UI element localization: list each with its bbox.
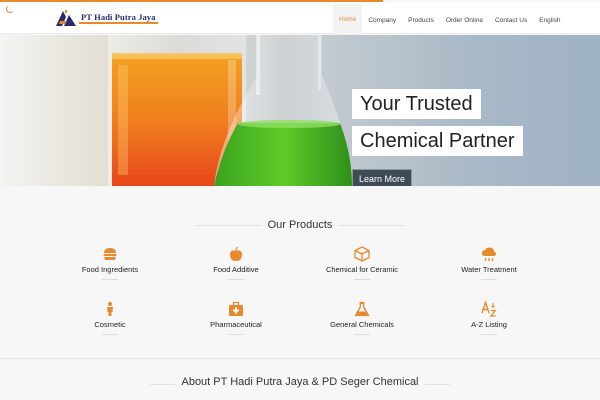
site-header: PT Hadi Putra Jaya Home Company Products… [0, 2, 600, 36]
product-chemical-for-ceramic[interactable]: Chemical for Ceramic [297, 246, 427, 280]
nav-order-online[interactable]: Order Online [440, 4, 489, 36]
products-title-text: Our Products [261, 219, 339, 231]
product-general-chemicals[interactable]: General Chemicals [297, 301, 427, 335]
main-nav: Home Company Products Order Online Conta… [333, 4, 567, 36]
product-underline [102, 279, 118, 280]
rain-cloud-icon [481, 246, 497, 262]
burger-icon [102, 246, 118, 262]
section-divider [0, 358, 600, 359]
product-underline [228, 279, 244, 280]
medkit-icon [228, 301, 244, 317]
product-food-additive[interactable]: Food Additive [171, 246, 301, 280]
product-label: Pharmaceutical [210, 320, 262, 329]
products-section: Our Products Food Ingredients Food Addit… [0, 186, 600, 358]
nav-home[interactable]: Home [333, 4, 363, 36]
hero-banner: Your Trusted Chemical Partner Learn More [0, 35, 600, 186]
nav-products[interactable]: Products [402, 4, 440, 36]
about-title: About PT Hadi Putra Jaya & PD Seger Chem… [0, 376, 600, 388]
product-food-ingredients[interactable]: Food Ingredients [45, 246, 175, 280]
product-a-z-listing[interactable]: A-Z Listing [424, 300, 554, 335]
about-title-text: About PT Hadi Putra Jaya & PD Seger Chem… [175, 376, 425, 388]
product-underline [102, 334, 118, 335]
logo-text: PT Hadi Putra Jaya [79, 12, 158, 24]
hero-caption-line1: Your Trusted [352, 89, 481, 119]
company-logo[interactable]: PT Hadi Putra Jaya [55, 8, 158, 28]
lab-glassware-image [108, 35, 352, 186]
cube-icon [354, 246, 370, 262]
product-underline [228, 334, 244, 335]
az-sort-icon [481, 300, 497, 317]
product-label: A-Z Listing [471, 320, 507, 329]
product-label: Cosmetic [94, 320, 126, 329]
hero-caption-line2: Chemical Partner [352, 126, 523, 156]
apple-icon [228, 246, 244, 262]
product-water-treatment[interactable]: Water Treatment [424, 246, 554, 280]
product-underline [354, 279, 370, 280]
products-title: Our Products [0, 219, 600, 231]
product-label: Food Ingredients [81, 265, 139, 274]
flask-icon [354, 301, 370, 317]
product-cosmetic[interactable]: Cosmetic [45, 301, 175, 335]
product-label: Chemical for Ceramic [325, 265, 399, 274]
nav-contact-us[interactable]: Contact Us [489, 4, 533, 36]
product-underline [481, 334, 497, 335]
product-pharmaceutical[interactable]: Pharmaceutical [171, 301, 301, 335]
product-label: Water Treatment [461, 265, 517, 274]
product-label: Food Additive [213, 265, 259, 274]
logo-mark-icon [55, 9, 77, 27]
product-underline [354, 334, 370, 335]
product-label: General Chemicals [330, 320, 394, 329]
person-icon [102, 301, 118, 317]
loading-spinner-icon [6, 5, 14, 13]
product-underline [481, 279, 497, 280]
learn-more-button[interactable]: Learn More [352, 169, 413, 186]
nav-company[interactable]: Company [362, 4, 402, 36]
nav-language[interactable]: English [533, 4, 566, 36]
